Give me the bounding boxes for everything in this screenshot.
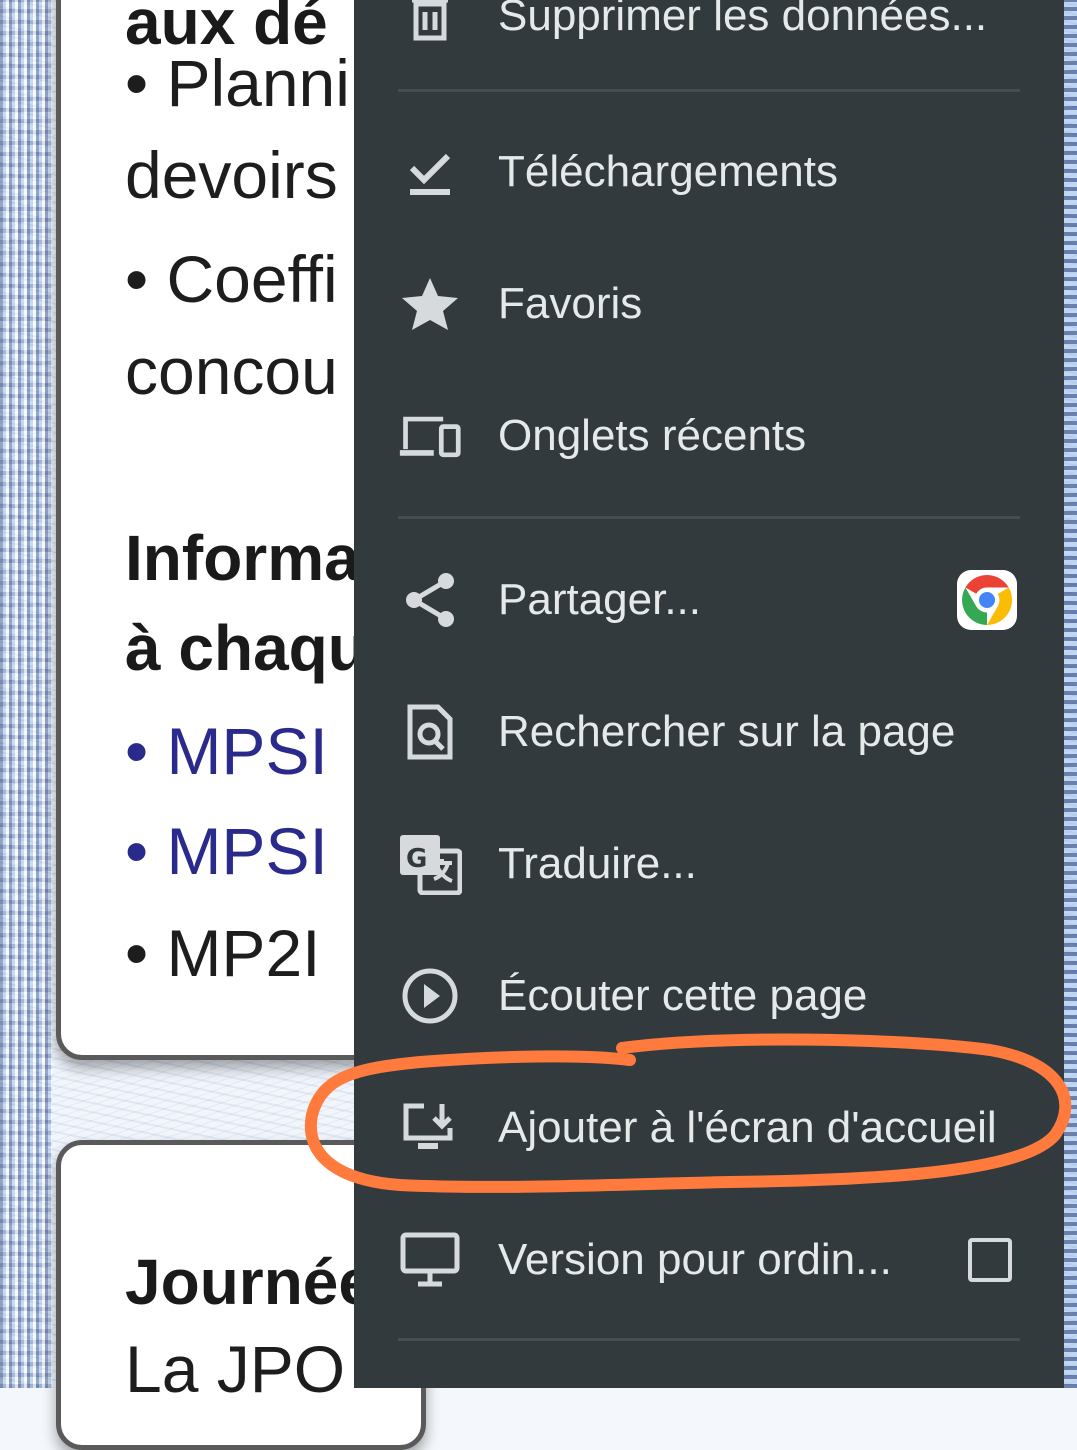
card-text: concou: [125, 334, 338, 408]
download-check-icon: [398, 140, 462, 204]
translate-icon: G: [398, 832, 462, 896]
menu-item-find-in-page[interactable]: Rechercher sur la page: [354, 672, 1064, 792]
chrome-logo-icon: [956, 569, 1018, 631]
desktop-icon: [398, 1228, 462, 1292]
card-text: devoirs: [125, 138, 338, 212]
card-text: La JPO: [125, 1332, 346, 1406]
find-in-page-icon: [398, 700, 462, 764]
menu-divider: [398, 516, 1020, 519]
desktop-version-checkbox[interactable]: [968, 1238, 1012, 1282]
menu-item-label: Supprimer les données...: [498, 0, 988, 40]
menu-divider: [398, 89, 1020, 92]
card-bullet: • MP2I: [125, 916, 321, 990]
menu-item-label: Ajouter à l'écran d'accueil: [498, 1103, 997, 1152]
menu-item-label: Version pour ordin...: [498, 1235, 892, 1284]
add-to-home-icon: [398, 1096, 462, 1160]
card-bullet: • Planni: [125, 46, 350, 120]
menu-item-label: Téléchargements: [498, 147, 838, 196]
devices-icon: [398, 404, 462, 468]
page-edge-decoration-right: [1063, 0, 1077, 1388]
menu-divider: [398, 1338, 1020, 1341]
card-bullet: • Coeffi: [125, 242, 338, 316]
menu-item-label: Favoris: [498, 279, 643, 328]
menu-item-label: Onglets récents: [498, 411, 807, 460]
svg-text:G: G: [406, 844, 427, 874]
menu-item-label: Écouter cette page: [498, 971, 868, 1020]
menu-item-recent-tabs[interactable]: Onglets récents: [354, 376, 1064, 496]
page-edge-decoration: [0, 0, 52, 1388]
menu-item-bookmarks[interactable]: Favoris: [354, 244, 1064, 364]
mpsi-link[interactable]: • MPSI: [125, 813, 328, 889]
trash-icon: [398, 0, 462, 48]
play-circle-icon: [398, 964, 462, 1028]
card-heading: Journée: [125, 1246, 374, 1318]
share-icon: [398, 568, 462, 632]
menu-item-add-to-home-screen[interactable]: Ajouter à l'écran d'accueil: [354, 1068, 1064, 1188]
menu-item-translate[interactable]: G Traduire...: [354, 804, 1064, 924]
menu-item-label: Partager...: [498, 575, 702, 624]
menu-item-share[interactable]: Partager...: [354, 540, 1064, 660]
menu-item-label: Rechercher sur la page: [498, 707, 956, 756]
menu-item-downloads[interactable]: Téléchargements: [354, 112, 1064, 232]
star-icon: [398, 272, 462, 336]
card-heading: Informa: [125, 522, 360, 594]
menu-item-listen-page[interactable]: Écouter cette page: [354, 936, 1064, 1056]
card-heading: à chaqu: [125, 612, 367, 684]
menu-item-clear-data[interactable]: Supprimer les données...: [354, 0, 1064, 76]
menu-item-desktop-version[interactable]: Version pour ordin...: [354, 1200, 1064, 1320]
browser-overflow-menu: Supprimer les données... Téléchargements…: [354, 0, 1064, 1388]
menu-item-label: Traduire...: [498, 839, 697, 888]
mpsi-link[interactable]: • MPSI: [125, 713, 328, 789]
